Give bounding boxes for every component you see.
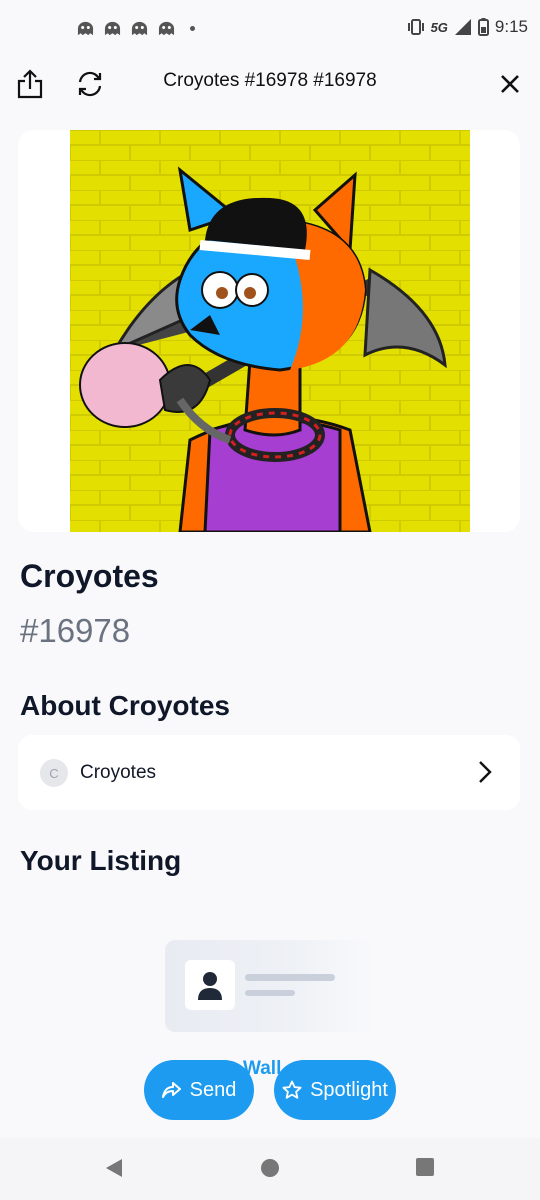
close-button[interactable]	[488, 62, 532, 106]
about-heading: About Croyotes	[20, 690, 230, 721]
spotlight-button[interactable]: Spotlight	[274, 1060, 396, 1120]
listing-illustration	[165, 940, 375, 1032]
app-notification-icon	[77, 21, 94, 36]
notification-icons	[76, 20, 195, 37]
nft-image-card[interactable]	[18, 130, 520, 532]
system-indicators: 5G 9:15	[407, 17, 528, 37]
more-notifications-icon	[190, 26, 195, 31]
signal-icon	[454, 19, 471, 35]
system-nav-bar	[0, 1138, 540, 1200]
collection-link[interactable]: C Croyotes	[18, 735, 520, 810]
app-notification-icon	[131, 21, 148, 36]
collection-avatar: C	[40, 759, 68, 787]
collection-title: Croyotes	[20, 558, 159, 594]
placeholder-line	[245, 974, 335, 981]
profile-placeholder	[185, 960, 235, 1010]
forward-icon	[161, 1082, 181, 1098]
battery-icon	[477, 18, 489, 36]
send-label: Send	[189, 1078, 237, 1101]
page-title: Croyotes #16978 #16978	[163, 70, 377, 91]
spotlight-label: Spotlight	[310, 1078, 388, 1101]
chevron-right-icon	[479, 761, 492, 783]
network-type: 5G	[430, 19, 448, 35]
back-icon[interactable]	[104, 1158, 124, 1178]
vibrate-icon	[407, 19, 424, 35]
recents-icon[interactable]	[416, 1158, 434, 1176]
app-notification-icon	[104, 21, 121, 36]
placeholder-line	[245, 990, 295, 996]
collection-name: Croyotes	[80, 762, 157, 783]
star-icon	[282, 1080, 302, 1099]
send-button[interactable]: Send	[144, 1060, 254, 1120]
home-icon[interactable]	[260, 1158, 280, 1178]
coyote-artwork-image	[70, 130, 470, 532]
close-icon	[501, 75, 519, 93]
token-id: #16978	[20, 612, 131, 649]
share-icon	[17, 69, 43, 99]
share-button[interactable]	[8, 62, 52, 106]
nft-artwork	[70, 130, 470, 532]
status-bar: 5G 9:15	[0, 0, 540, 58]
top-bar: Croyotes #16978 #16978	[0, 58, 540, 110]
clock: 9:15	[494, 17, 528, 36]
user-icon	[198, 972, 222, 1000]
listing-heading: Your Listing	[20, 845, 182, 876]
app-notification-icon	[158, 21, 175, 36]
